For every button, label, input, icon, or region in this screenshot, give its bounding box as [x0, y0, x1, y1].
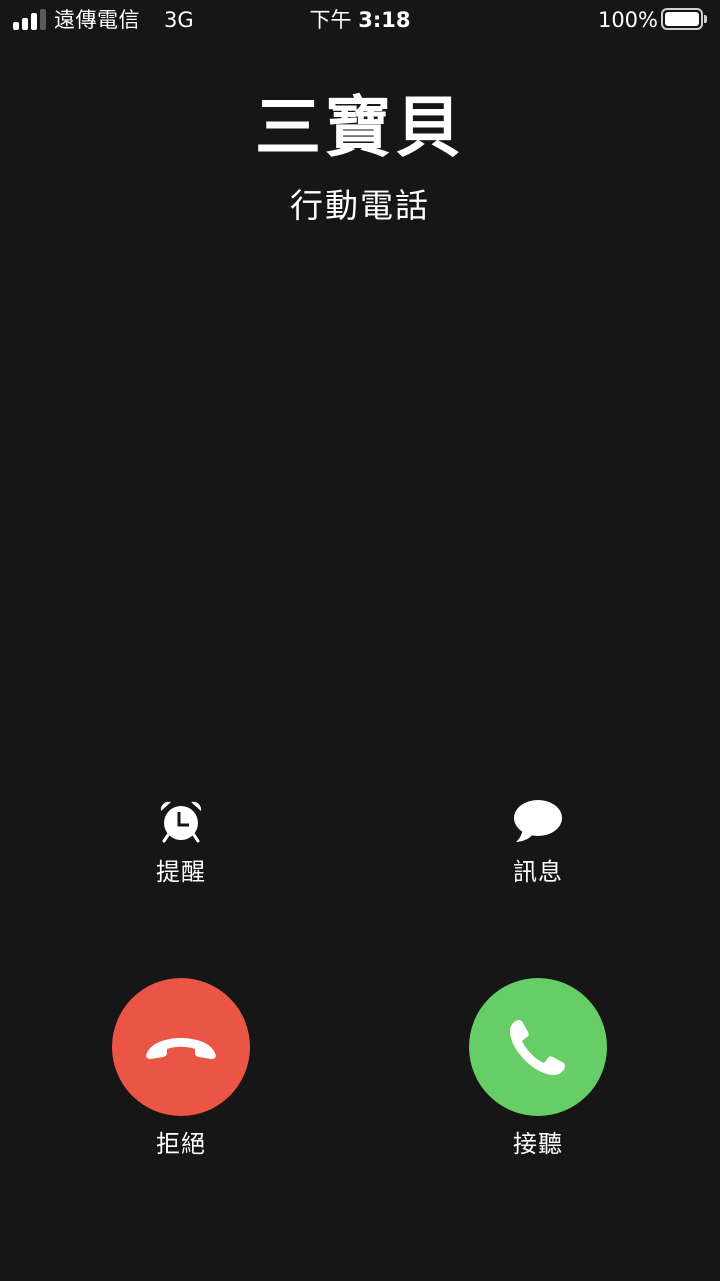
speech-bubble-icon	[514, 800, 562, 842]
message-button[interactable]: 訊息	[458, 798, 618, 898]
caller-number-type: 行動電話	[290, 186, 430, 225]
decline-call-button[interactable]: 拒絕	[91, 978, 271, 1168]
remind-label: 提醒	[156, 858, 206, 886]
message-label: 訊息	[513, 858, 563, 886]
battery-percentage: 100%	[597, 8, 658, 32]
time-value: 3:18	[358, 8, 411, 32]
status-bar: 遠傳電信 3G 下午 3:18 100%	[0, 0, 720, 40]
accept-label: 接聽	[513, 1130, 563, 1158]
battery-icon	[661, 8, 707, 30]
alarm-clock-icon	[160, 801, 202, 843]
remind-me-button[interactable]: 提醒	[101, 798, 261, 898]
hang-up-phone-icon	[146, 1038, 216, 1059]
decline-label: 拒絕	[156, 1130, 206, 1158]
time-prefix: 下午	[309, 8, 352, 32]
incoming-call-screen: 遠傳電信 3G 下午 3:18 100% 三寶貝 行動電話 提醒 訊息 拒絕 接…	[0, 0, 720, 1281]
caller-name: 三寶貝	[255, 89, 465, 166]
decline-circle[interactable]	[112, 978, 250, 1116]
phone-icon	[510, 1020, 565, 1075]
accept-call-button[interactable]: 接聽	[448, 978, 628, 1168]
accept-circle[interactable]	[469, 978, 607, 1116]
